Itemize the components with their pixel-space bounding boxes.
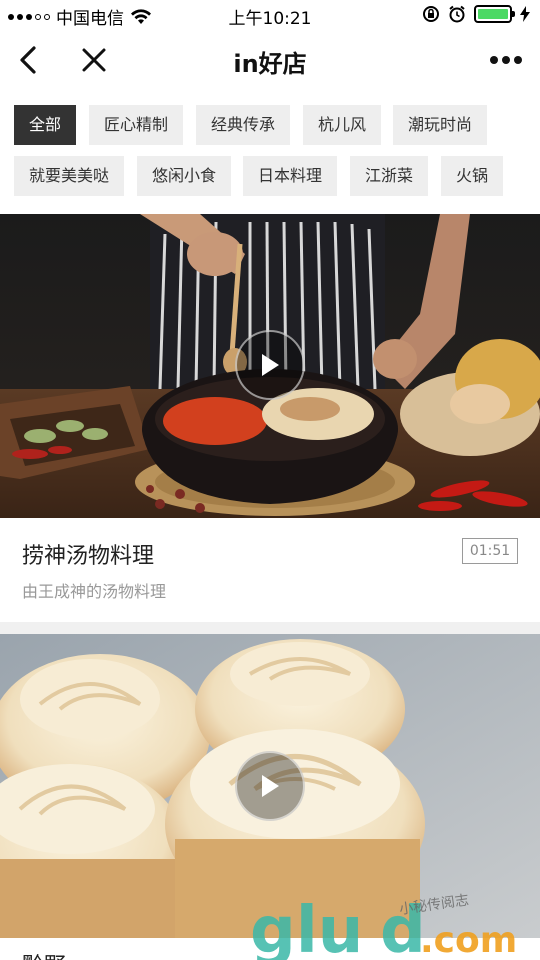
tag-all[interactable]: 全部 xyxy=(14,105,77,145)
video-thumbnail[interactable] xyxy=(0,214,540,518)
play-icon xyxy=(262,354,279,376)
card-title: 黔野 xyxy=(22,948,66,960)
site-watermark-logo: glu d .com 小秘传阅志 xyxy=(250,892,517,960)
battery-icon xyxy=(474,5,515,23)
card-divider xyxy=(0,622,540,634)
rotation-lock-icon xyxy=(423,6,439,22)
svg-text:.com: .com xyxy=(420,920,517,960)
tag-hangzhou-style[interactable]: 杭儿风 xyxy=(303,105,382,145)
page-title: in好店 xyxy=(233,50,307,78)
status-bar: 中国电信 上午10:21 xyxy=(0,0,540,30)
svg-text:glu: glu xyxy=(250,894,363,960)
tag-beauty[interactable]: 就要美美哒 xyxy=(14,156,125,196)
video-card[interactable]: 捞神汤物料理 01:51 由王成神的汤物料理 xyxy=(0,214,540,622)
play-icon xyxy=(262,775,279,797)
tag-japanese[interactable]: 日本料理 xyxy=(243,156,338,196)
tag-hotpot[interactable]: 火锅 xyxy=(441,156,504,196)
charging-icon xyxy=(520,6,530,22)
tag-craftsmanship[interactable]: 匠心精制 xyxy=(89,105,184,145)
play-button[interactable] xyxy=(235,751,305,821)
tag-snacks[interactable]: 悠闲小食 xyxy=(137,156,232,196)
status-right xyxy=(422,5,530,23)
play-button[interactable] xyxy=(235,330,305,400)
more-dot-icon xyxy=(490,56,498,64)
card-title: 捞神汤物料理 xyxy=(22,544,155,569)
more-button[interactable] xyxy=(486,42,526,78)
tag-classic[interactable]: 经典传承 xyxy=(196,105,291,145)
card-subtitle: 由王成神的汤物料理 xyxy=(22,582,167,601)
duration-badge: 01:51 xyxy=(462,538,518,564)
tag-jiangzhe[interactable]: 江浙菜 xyxy=(350,156,429,196)
more-dot-icon xyxy=(502,56,510,64)
alarm-icon xyxy=(449,5,465,23)
nav-bar: in好店 xyxy=(0,30,540,92)
more-dot-icon xyxy=(514,56,522,64)
tag-trendy[interactable]: 潮玩时尚 xyxy=(393,105,488,145)
